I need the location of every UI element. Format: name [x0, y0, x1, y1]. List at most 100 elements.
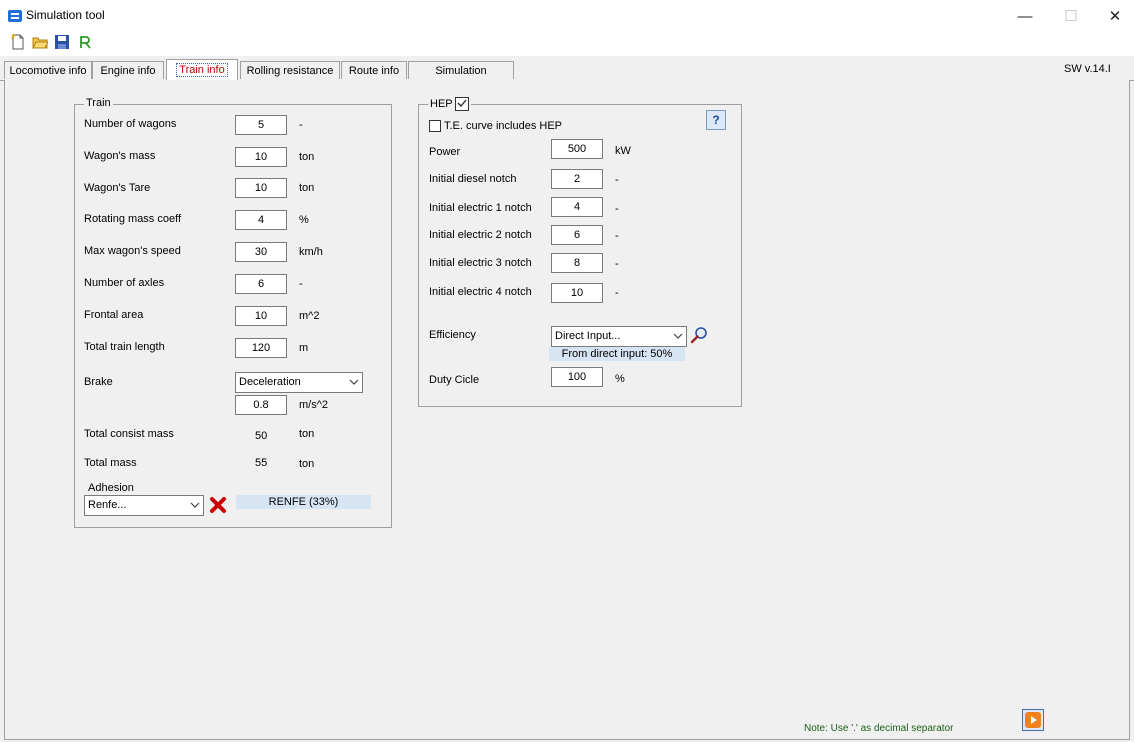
chevron-down-icon [348, 376, 360, 388]
max-wagon-speed-label: Max wagon's speed [84, 245, 181, 257]
efficiency-select[interactable]: Direct Input... [551, 326, 687, 347]
number-of-wagons-unit: - [299, 119, 303, 131]
tab-locomotive-info[interactable]: Locomotive info [4, 61, 92, 79]
initial-electric-2-notch-unit: - [615, 230, 619, 242]
hep-power-input[interactable]: 500 [551, 139, 603, 159]
initial-diesel-notch-input[interactable]: 2 [551, 169, 603, 189]
tab-label: Engine info [100, 64, 156, 77]
wagon-tare-input[interactable]: 10 [235, 178, 287, 198]
efficiency-label: Efficiency [429, 329, 476, 341]
help-button[interactable]: ? [706, 110, 726, 130]
new-file-icon[interactable] [10, 34, 26, 50]
number-of-wagons-input[interactable]: 5 [235, 115, 287, 135]
max-wagon-speed-input[interactable]: 30 [235, 242, 287, 262]
initial-electric-1-notch-label: Initial electric 1 notch [429, 202, 532, 214]
brake-deceleration-unit: m/s^2 [299, 399, 328, 411]
total-consist-mass-value: 50 [255, 430, 268, 442]
duty-cycle-unit: % [615, 373, 625, 385]
adhesion-info-bar: RENFE (33%) [236, 495, 371, 509]
initial-electric-2-notch-input[interactable]: 6 [551, 225, 603, 245]
rotating-mass-coeff-input[interactable]: 4 [235, 210, 287, 230]
brake-mode-select[interactable]: Deceleration [235, 372, 363, 393]
tab-route-info[interactable]: Route info [341, 61, 407, 79]
tab-simulation[interactable]: Simulation [408, 61, 514, 79]
number-of-axles-input[interactable]: 6 [235, 274, 287, 294]
app-logo-icon [8, 10, 22, 22]
tab-label: Rolling resistance [246, 64, 334, 77]
rotating-mass-coeff-unit: % [299, 214, 309, 226]
tab-engine-info[interactable]: Engine info [92, 61, 164, 79]
efficiency-info-bar: From direct input: 50% [549, 347, 685, 361]
total-mass-value: 55 [255, 457, 268, 469]
title-bar [0, 0, 1134, 30]
export-icon[interactable] [77, 34, 93, 50]
frontal-area-unit: m^2 [299, 310, 320, 322]
toolbar [0, 30, 1134, 56]
initial-electric-4-notch-label: Initial electric 4 notch [429, 286, 532, 298]
chevron-down-icon [672, 330, 684, 342]
magnifier-icon [690, 327, 707, 344]
total-consist-mass-unit: ton [299, 428, 315, 440]
tab-rolling-resistance[interactable]: Rolling resistance [240, 61, 340, 79]
rotating-mass-coeff-label: Rotating mass coeff [84, 213, 182, 225]
tab-label: Train info [176, 63, 228, 77]
adhesion-label: Adhesion [88, 482, 134, 494]
wagon-mass-label: Wagon's mass [84, 150, 156, 162]
total-train-length-label: Total train length [84, 341, 165, 353]
wagon-mass-input[interactable]: 10 [235, 147, 287, 167]
total-mass-unit: ton [299, 458, 315, 470]
wagon-tare-label: Wagon's Tare [84, 182, 151, 194]
initial-electric-1-notch-unit: - [615, 203, 619, 215]
frontal-area-label: Frontal area [84, 309, 144, 321]
duty-cycle-input[interactable]: 100 [551, 367, 603, 387]
total-train-length-unit: m [299, 342, 309, 354]
open-folder-icon[interactable] [32, 34, 49, 50]
delete-adhesion-button[interactable] [207, 495, 229, 515]
window-title: Simulation tool [26, 8, 105, 22]
max-wagon-speed-unit: km/h [299, 246, 323, 258]
checkmark-icon [457, 99, 467, 107]
tab-train-info[interactable]: Train info [166, 59, 238, 80]
total-consist-mass-label: Total consist mass [84, 428, 174, 440]
initial-electric-3-notch-input[interactable]: 8 [551, 253, 603, 273]
brake-deceleration-input[interactable]: 0.8 [235, 395, 287, 415]
play-icon [1025, 712, 1041, 728]
initial-electric-4-notch-unit: - [615, 287, 619, 299]
wagon-mass-unit: ton [299, 151, 315, 163]
initial-electric-3-notch-label: Initial electric 3 notch [429, 257, 532, 269]
initial-electric-4-notch-input[interactable]: 10 [551, 283, 603, 303]
adhesion-select[interactable]: Renfe... [84, 495, 204, 516]
tab-label: Locomotive info [9, 64, 87, 77]
number-of-wagons-label: Number of wagons [84, 118, 177, 130]
efficiency-selected-value: Direct Input... [555, 330, 621, 342]
delete-icon [210, 497, 226, 513]
tab-label: Simulation [435, 64, 487, 77]
decimal-separator-note: Note: Use '.' as decimal separator [804, 723, 954, 734]
hep-power-unit: kW [615, 145, 631, 157]
initial-electric-1-notch-input[interactable]: 4 [551, 197, 603, 217]
hep-enabled-checkbox[interactable] [454, 97, 469, 111]
maximize-button[interactable]: ☐ [1048, 2, 1094, 30]
duty-cycle-label: Duty Cicle [429, 374, 480, 386]
wagon-tare-unit: ton [299, 182, 315, 194]
save-icon[interactable] [54, 34, 70, 50]
frontal-area-input[interactable]: 10 [235, 306, 287, 326]
minimize-button[interactable]: — [1002, 2, 1048, 30]
run-simulation-button[interactable] [1022, 709, 1044, 731]
efficiency-search-button[interactable] [689, 325, 709, 345]
number-of-axles-label: Number of axles [84, 277, 165, 289]
software-version: SW v.14.I [1064, 63, 1111, 75]
te-curve-includes-hep-checkbox[interactable] [429, 120, 441, 132]
hep-power-label: Power [429, 146, 461, 158]
number-of-axles-unit: - [299, 278, 303, 290]
hep-group-title-bar: HEP [428, 97, 471, 111]
tab-label: Route info [348, 64, 400, 77]
initial-electric-3-notch-unit: - [615, 258, 619, 270]
close-button[interactable]: ✕ [1092, 2, 1134, 30]
total-train-length-input[interactable]: 120 [235, 338, 287, 358]
brake-label: Brake [84, 376, 113, 388]
chevron-down-icon [189, 499, 201, 511]
adhesion-selected-value: Renfe... [88, 499, 127, 511]
brake-mode-value: Deceleration [239, 376, 301, 388]
train-group-title: Train [84, 97, 113, 109]
